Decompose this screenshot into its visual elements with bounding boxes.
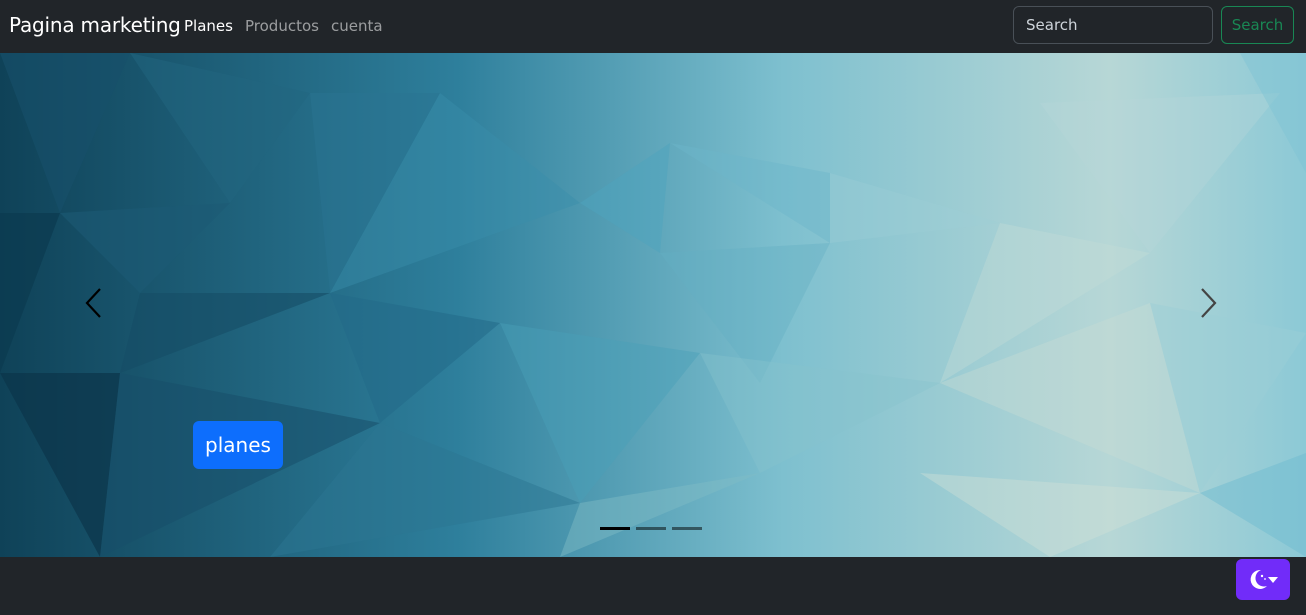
nav-link-productos[interactable]: Productos	[245, 17, 319, 35]
search-button[interactable]: Search	[1221, 6, 1294, 44]
carousel-indicator-2[interactable]	[636, 527, 666, 530]
carousel-next-button[interactable]	[1188, 283, 1228, 323]
chevron-right-icon	[1201, 288, 1217, 318]
carousel: planes	[0, 53, 1306, 557]
search-input[interactable]	[1013, 6, 1213, 44]
moon-icon	[1250, 569, 1267, 589]
nav-link-planes[interactable]: Planes	[184, 17, 233, 35]
caption-planes-button[interactable]: planes	[193, 421, 283, 469]
navbar: Pagina marketing Planes Productos cuenta…	[0, 0, 1306, 53]
carousel-indicator-1[interactable]	[600, 527, 630, 530]
theme-toggle-button[interactable]	[1236, 559, 1290, 600]
caret-down-icon	[1268, 577, 1278, 583]
carousel-prev-button[interactable]	[74, 283, 114, 323]
carousel-slide-image	[0, 53, 1306, 557]
brand-link[interactable]: Pagina marketing	[9, 13, 181, 37]
chevron-left-icon	[85, 288, 101, 318]
carousel-indicators	[600, 527, 702, 530]
nav-link-cuenta[interactable]: cuenta	[331, 17, 383, 35]
carousel-indicator-3[interactable]	[672, 527, 702, 530]
